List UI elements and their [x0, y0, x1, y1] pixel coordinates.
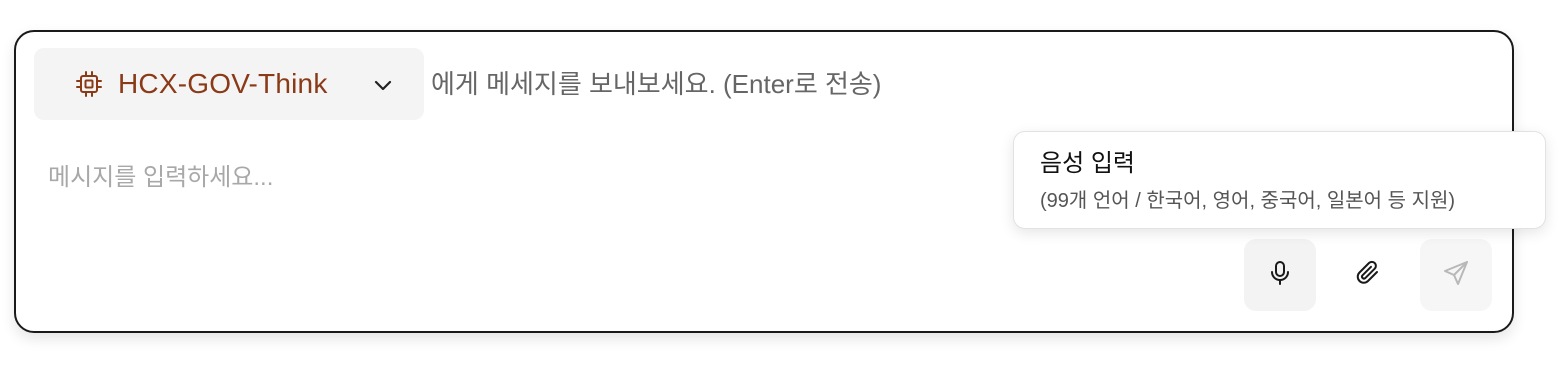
microphone-icon	[1265, 258, 1295, 293]
model-name: HCX-GOV-Think	[118, 68, 328, 99]
tooltip-title: 음성 입력	[1040, 150, 1135, 177]
voice-input-tooltip: 음성 입력 (99개 언어 / 한국어, 영어, 중국어, 일본어 등 지원)	[1013, 131, 1546, 229]
composer-hint: 에게 메세지를 보내보세요. (Enter로 전송)	[431, 69, 882, 99]
voice-input-button[interactable]	[1244, 239, 1316, 311]
send-icon	[1441, 258, 1471, 293]
send-button[interactable]	[1420, 239, 1492, 311]
message-input[interactable]	[48, 158, 948, 198]
tooltip-subtitle: (99개 언어 / 한국어, 영어, 중국어, 일본어 등 지원)	[1040, 190, 1456, 212]
attach-file-button[interactable]	[1332, 239, 1404, 311]
model-selector-dropdown[interactable]: HCX-GOV-Think	[34, 48, 424, 120]
paperclip-icon	[1353, 258, 1383, 293]
chip-icon	[74, 69, 104, 99]
chevron-down-icon	[372, 74, 394, 96]
